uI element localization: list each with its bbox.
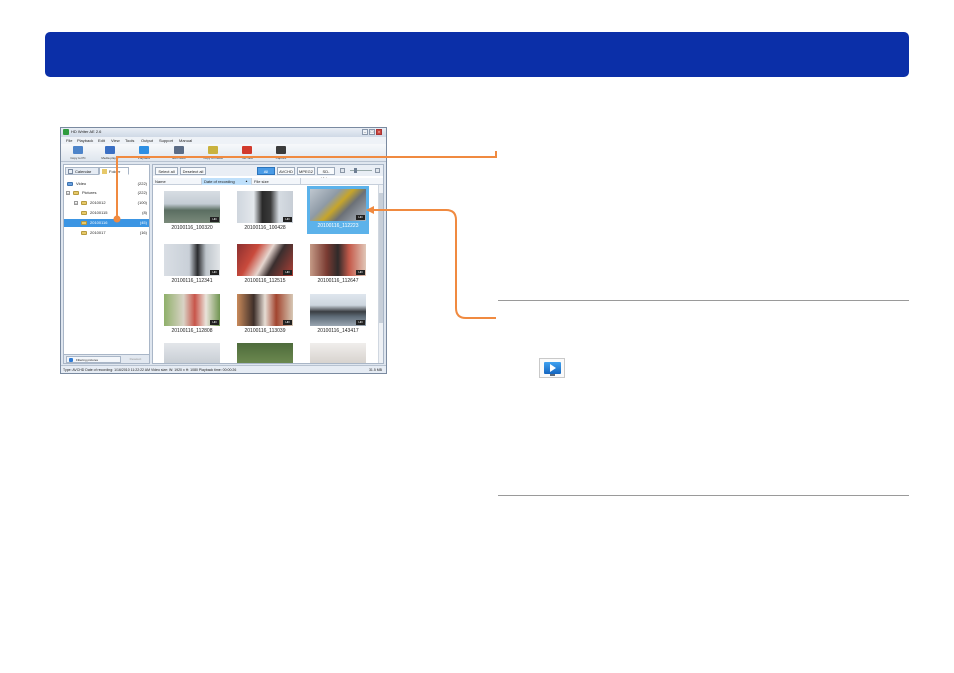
play-triangle [550,364,556,372]
section-divider [498,300,909,301]
section-divider [498,495,909,496]
playback-icon [539,358,565,378]
monitor-stand [550,374,555,376]
callout-arrowhead-icon [366,206,374,214]
callout-line-folder [116,151,497,218]
callout-dot [113,215,121,223]
callout-line-thumbnail [372,209,496,319]
callout-lines [113,151,497,319]
